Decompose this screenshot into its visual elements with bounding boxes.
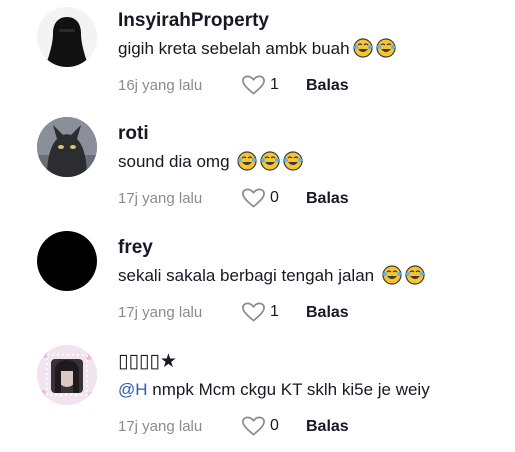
comment-list: InsyirahProperty gigih kreta sebelah amb… xyxy=(0,0,515,441)
girl-photo-avatar xyxy=(37,345,97,405)
like-button[interactable]: 1 xyxy=(241,74,279,96)
comment-username[interactable]: ▯▯▯▯★ xyxy=(118,350,505,374)
heart-icon xyxy=(242,302,265,322)
comment-meta: 16j yang lalu 1 Balas xyxy=(118,74,505,98)
black-avatar[interactable] xyxy=(37,231,97,291)
comment-text: sekali sakala berbagi tengah jalan xyxy=(118,264,505,288)
comment-body: InsyirahProperty gigih kreta sebelah amb… xyxy=(118,9,505,98)
like-button[interactable]: 0 xyxy=(241,415,279,437)
comment-body: frey sekali sakala berbagi tengah jalan … xyxy=(118,236,505,325)
like-count: 0 xyxy=(270,417,279,434)
hijab-silhouette-avatar xyxy=(37,7,97,67)
comment-text: @H nmpk Mcm ckgu KT sklh ki5e je weiy xyxy=(118,378,505,402)
comment-username[interactable]: frey xyxy=(118,236,505,260)
avatar[interactable] xyxy=(37,7,97,67)
comment-time: 17j yang lalu xyxy=(118,190,203,207)
heart-icon xyxy=(242,188,265,208)
comment-text: sound dia omg xyxy=(118,150,505,174)
mention-link[interactable]: @H xyxy=(118,380,148,399)
avatar[interactable] xyxy=(37,345,97,405)
comment-body: roti sound dia omg 17j yang lalu 0 Balas xyxy=(118,122,505,211)
comment-meta: 17j yang lalu 0 Balas xyxy=(118,187,505,211)
heart-icon xyxy=(242,75,265,95)
laughing-tears-emoji xyxy=(382,265,402,285)
comment-item: InsyirahProperty gigih kreta sebelah amb… xyxy=(0,0,515,110)
reply-button[interactable]: Balas xyxy=(306,77,349,95)
laughing-tears-emoji xyxy=(375,38,396,58)
comment-time: 17j yang lalu xyxy=(118,304,203,321)
heart-icon xyxy=(242,416,265,436)
reply-button[interactable]: Balas xyxy=(306,190,349,208)
laughing-tears-emoji xyxy=(283,151,303,171)
like-button[interactable]: 0 xyxy=(241,187,279,209)
reply-button[interactable]: Balas xyxy=(306,304,349,322)
comment-item: roti sound dia omg 17j yang lalu 0 Balas xyxy=(0,114,515,224)
comment-time: 16j yang lalu xyxy=(118,77,203,94)
like-count: 0 xyxy=(270,189,279,206)
comment-item: ▯▯▯▯★ @H nmpk Mcm ckgu KT sklh ki5e je w… xyxy=(0,342,515,452)
comment-text: gigih kreta sebelah ambk buah xyxy=(118,37,505,61)
comment-username[interactable]: InsyirahProperty xyxy=(118,9,505,33)
comment-username[interactable]: roti xyxy=(118,122,505,146)
comment-item: frey sekali sakala berbagi tengah jalan … xyxy=(0,228,515,338)
laughing-tears-emoji xyxy=(352,38,373,58)
comment-meta: 17j yang lalu 0 Balas xyxy=(118,415,505,439)
avatar[interactable] xyxy=(37,117,97,177)
reply-button[interactable]: Balas xyxy=(306,418,349,436)
like-count: 1 xyxy=(270,303,279,320)
like-button[interactable]: 1 xyxy=(241,301,279,323)
cat-photo-avatar xyxy=(37,117,97,177)
comment-time: 17j yang lalu xyxy=(118,418,203,435)
comment-text-content: gigih kreta sebelah ambk buah xyxy=(118,39,350,58)
comment-text-content: nmpk Mcm ckgu KT sklh ki5e je weiy xyxy=(147,380,430,399)
laughing-tears-emoji xyxy=(237,151,257,171)
laughing-tears-emoji xyxy=(405,265,425,285)
comment-text-content: sound dia omg xyxy=(118,152,235,171)
laughing-tears-emoji xyxy=(260,151,280,171)
like-count: 1 xyxy=(270,76,279,93)
comment-body: ▯▯▯▯★ @H nmpk Mcm ckgu KT sklh ki5e je w… xyxy=(118,350,505,439)
comment-meta: 17j yang lalu 1 Balas xyxy=(118,301,505,325)
comment-text-content: sekali sakala berbagi tengah jalan xyxy=(118,266,379,285)
